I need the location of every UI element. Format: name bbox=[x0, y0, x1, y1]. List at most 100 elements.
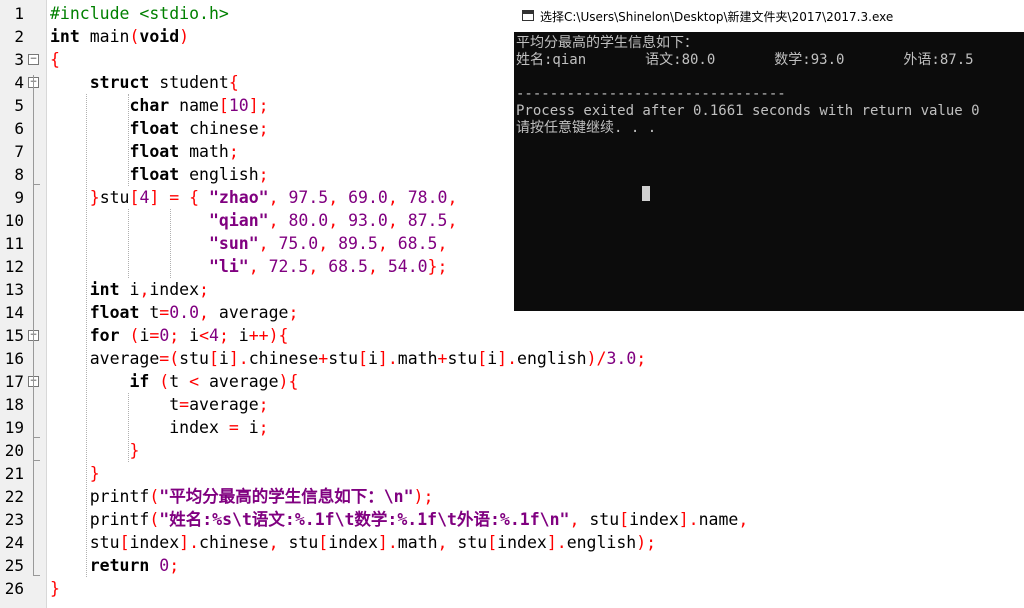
line-number: 20 bbox=[4, 441, 24, 460]
code-token: 87.5 bbox=[407, 211, 448, 230]
code-token: ); bbox=[636, 533, 657, 552]
code-token: ; bbox=[218, 326, 229, 345]
code-token: , bbox=[308, 257, 319, 276]
console-titlebar[interactable]: 选择C:\Users\Shinelon\Desktop\新建文件夹\2017\2… bbox=[514, 0, 1024, 32]
fold-end-marker bbox=[33, 437, 40, 438]
line-number: 1 bbox=[14, 4, 24, 23]
line-number: 16 bbox=[4, 349, 24, 368]
line-number: 25 bbox=[4, 556, 24, 575]
code-token: , bbox=[268, 211, 279, 230]
code-token: index bbox=[328, 533, 378, 552]
code-token: ; bbox=[258, 119, 269, 138]
code-line: { bbox=[50, 48, 60, 71]
code-line: } bbox=[50, 462, 100, 485]
code-token: , bbox=[367, 257, 378, 276]
code-token: average bbox=[189, 395, 259, 414]
code-token: , bbox=[258, 234, 269, 253]
fold-guide bbox=[33, 397, 34, 437]
code-token: index bbox=[149, 280, 200, 299]
line-number: 22 bbox=[4, 487, 24, 506]
code-token: i bbox=[119, 280, 140, 299]
code-token: math bbox=[397, 349, 438, 368]
code-token: [ bbox=[318, 533, 329, 552]
code-token: = bbox=[179, 395, 190, 414]
code-token: chinese bbox=[179, 119, 259, 138]
code-token: ]. bbox=[228, 349, 249, 368]
code-line: #include <stdio.h> bbox=[50, 2, 229, 25]
line-number: 13 bbox=[4, 280, 24, 299]
code-token: , bbox=[437, 533, 448, 552]
code-token: "平均分最高的学生信息如下：\n" bbox=[159, 487, 414, 506]
fold-end-marker bbox=[33, 575, 40, 576]
code-token: ( bbox=[159, 372, 170, 391]
code-token: i bbox=[367, 349, 378, 368]
console-output-line: 姓名:qian 语文:80.0 数学:93.0 外语:87.5 bbox=[516, 52, 974, 68]
code-token: 80.0 bbox=[288, 211, 329, 230]
code-line: t=average; bbox=[50, 393, 268, 416]
code-token: [ bbox=[218, 96, 229, 115]
code-token: for bbox=[89, 326, 120, 345]
code-line: }stu[4] = { "zhao", 97.5, 69.0, 78.0, bbox=[50, 186, 458, 209]
code-token: , bbox=[199, 303, 209, 322]
code-token: printf bbox=[89, 487, 150, 506]
code-token: math bbox=[179, 142, 229, 161]
code-token: ; bbox=[258, 165, 269, 184]
fold-toggle-icon[interactable]: − bbox=[28, 54, 39, 65]
code-token: , bbox=[139, 280, 150, 299]
code-line: int i,index; bbox=[50, 278, 209, 301]
code-token: 78.0 bbox=[407, 188, 448, 207]
code-token: [ bbox=[358, 349, 368, 368]
code-token: 0.0 bbox=[169, 303, 200, 322]
code-token: ; bbox=[199, 280, 209, 299]
line-number: 24 bbox=[4, 533, 24, 552]
code-token: , bbox=[447, 211, 458, 230]
code-token: ( bbox=[129, 326, 140, 345]
code-token: = bbox=[159, 303, 170, 322]
code-token: 68.5 bbox=[397, 234, 438, 253]
code-token: ; bbox=[169, 326, 180, 345]
code-token: stu bbox=[579, 510, 620, 529]
code-token: i bbox=[487, 349, 498, 368]
code-token: stu bbox=[447, 533, 488, 552]
code-token: math bbox=[397, 533, 438, 552]
code-token: [ bbox=[129, 188, 140, 207]
code-token: 4 bbox=[209, 326, 219, 345]
line-number: 2 bbox=[14, 27, 24, 46]
code-token: float bbox=[89, 303, 140, 322]
code-line: for (i=0; i<4; i++){ bbox=[50, 324, 289, 347]
code-token: english bbox=[517, 349, 587, 368]
code-line: stu[index].chinese, stu[index].math, stu… bbox=[50, 531, 656, 554]
console-window[interactable]: 选择C:\Users\Shinelon\Desktop\新建文件夹\2017\2… bbox=[514, 0, 1024, 311]
code-token: < bbox=[189, 372, 200, 391]
code-token: { bbox=[228, 73, 239, 92]
code-token: , bbox=[569, 510, 580, 529]
code-token: int bbox=[50, 27, 80, 46]
line-number: 18 bbox=[4, 395, 24, 414]
code-token: 68.5 bbox=[328, 257, 368, 276]
code-token: { bbox=[189, 188, 200, 207]
line-number: 26 bbox=[4, 579, 24, 598]
code-token: float bbox=[129, 119, 180, 138]
code-token: 0 bbox=[159, 326, 170, 345]
code-token: average bbox=[199, 372, 279, 391]
code-token: index bbox=[497, 533, 547, 552]
code-token: } bbox=[129, 441, 140, 460]
code-token: [ bbox=[619, 510, 630, 529]
